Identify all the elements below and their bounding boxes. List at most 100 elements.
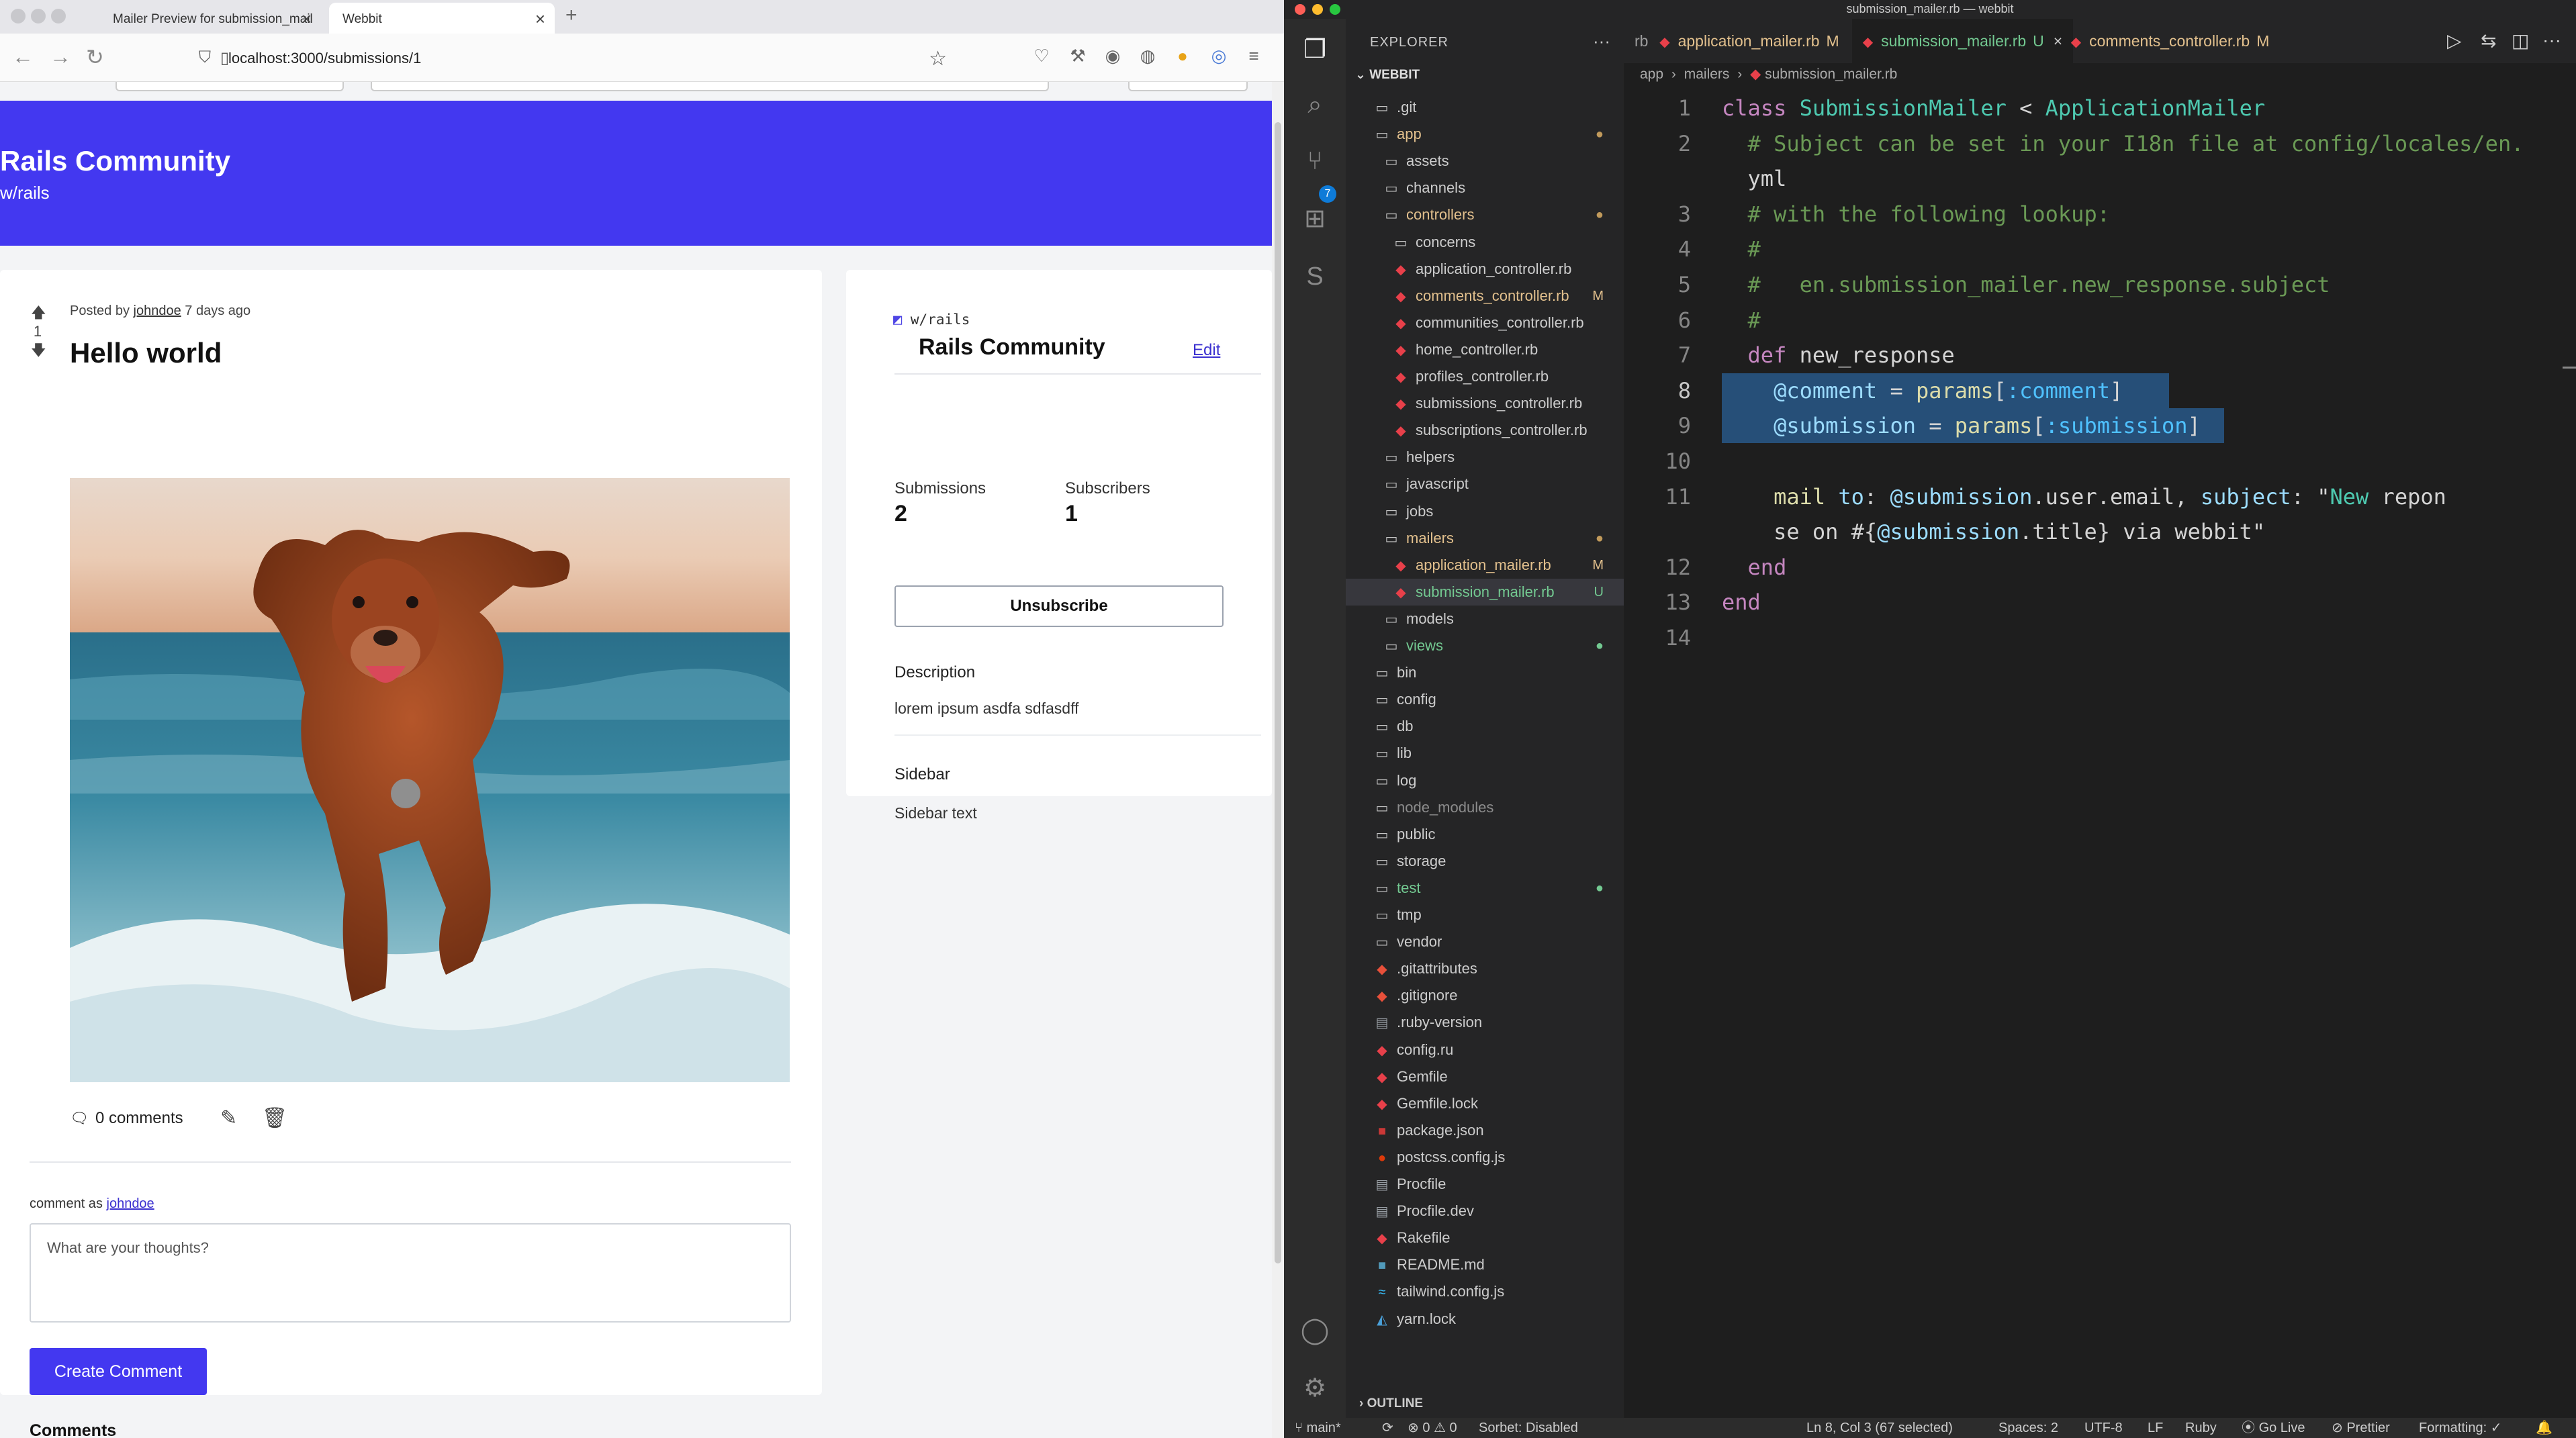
tree-file[interactable]: ● postcss.config.js: [1346, 1144, 1624, 1171]
pocket-icon[interactable]: ♡: [1031, 46, 1052, 66]
eol-status[interactable]: LF: [2148, 1418, 2163, 1438]
tree-file[interactable]: ◆ Gemfile.lock: [1346, 1090, 1624, 1117]
scrollbar-thumb[interactable]: [1275, 122, 1281, 1263]
tree-folder[interactable]: ▭ mailers ●: [1346, 525, 1624, 552]
code-line[interactable]: # with the following lookup:: [1722, 201, 2110, 227]
tree-folder[interactable]: ▭ views ●: [1346, 632, 1624, 659]
formatting-status[interactable]: Formatting: ✓: [2419, 1418, 2501, 1438]
tree-file[interactable]: ▤ Procfile.dev: [1346, 1198, 1624, 1225]
upvote-arrow-icon[interactable]: 🡅: [31, 303, 46, 322]
code-line[interactable]: mail to: @submission.user.email, subject…: [1722, 484, 2446, 510]
tree-folder[interactable]: ▭ javascript: [1346, 471, 1624, 497]
go-live-status[interactable]: ⦿ Go Live: [2242, 1418, 2305, 1438]
tree-file[interactable]: ◆ config.ru: [1346, 1037, 1624, 1063]
comment-input[interactable]: [30, 1223, 791, 1323]
tree-folder[interactable]: ▭ .git: [1346, 94, 1624, 121]
source-control-icon[interactable]: ⑂: [1299, 145, 1331, 177]
pencil-icon[interactable]: ✎: [220, 1106, 237, 1130]
tree-file[interactable]: ▤ Procfile: [1346, 1171, 1624, 1198]
code-line[interactable]: end: [1722, 589, 1761, 615]
extension-icon[interactable]: ●: [1172, 46, 1193, 66]
create-comment-button[interactable]: Create Comment: [30, 1348, 207, 1395]
notifications-bell-icon[interactable]: 🔔: [2536, 1418, 2552, 1438]
tree-file[interactable]: ◆ profiles_controller.rb: [1346, 363, 1624, 390]
indent-status[interactable]: Spaces: 2: [1998, 1418, 2058, 1438]
extension-icon[interactable]: ◍: [1138, 46, 1158, 66]
code-line[interactable]: yml: [1722, 166, 1787, 191]
new-tab-icon[interactable]: +: [565, 4, 578, 27]
tree-folder[interactable]: ▭ db: [1346, 713, 1624, 740]
tree-file[interactable]: ◆ application_mailer.rb M: [1346, 552, 1624, 579]
code-line[interactable]: # en.submission_mailer.new_response.subj…: [1722, 272, 2330, 297]
browser-tab-mailer-preview[interactable]: Mailer Preview for submission_mail ×: [99, 3, 321, 34]
tree-file[interactable]: ◆ submissions_controller.rb: [1346, 390, 1624, 417]
bookmark-star-icon[interactable]: ☆: [929, 47, 947, 70]
tree-file[interactable]: ◆ home_controller.rb: [1346, 336, 1624, 363]
tree-file[interactable]: ◆ .gitignore: [1346, 982, 1624, 1009]
tree-folder[interactable]: ▭ models: [1346, 606, 1624, 632]
search-icon[interactable]: ⌕: [1299, 89, 1331, 121]
code-line[interactable]: @submission = params[:submission]: [1722, 413, 2201, 438]
unsubscribe-button[interactable]: Unsubscribe: [894, 585, 1224, 627]
comment-author-link[interactable]: johndoe: [107, 1196, 154, 1211]
code-line[interactable]: class SubmissionMailer < ApplicationMail…: [1722, 95, 2265, 121]
workspace-root[interactable]: ⌄ WEBBIT: [1355, 67, 1420, 83]
window-close-dot[interactable]: [11, 9, 26, 23]
tree-folder[interactable]: ▭ concerns: [1346, 229, 1624, 256]
problems-status[interactable]: ⊗ 0 ⚠ 0: [1408, 1418, 1457, 1438]
tree-folder[interactable]: ▭ channels: [1346, 175, 1624, 201]
encoding-status[interactable]: UTF-8: [2084, 1418, 2123, 1438]
menu-icon[interactable]: ≡: [1244, 46, 1264, 66]
tree-folder[interactable]: ▭ public: [1346, 821, 1624, 848]
tree-file[interactable]: ▤ .ruby-version: [1346, 1009, 1624, 1036]
tab-close-icon[interactable]: ×: [302, 9, 312, 30]
tree-folder[interactable]: ▭ log: [1346, 767, 1624, 794]
browser-tab-webbit[interactable]: Webbit ×: [329, 3, 555, 34]
split-editor-icon[interactable]: ◫: [2512, 30, 2529, 52]
more-actions-icon[interactable]: ···: [2542, 30, 2561, 51]
tree-folder[interactable]: ▭ controllers ●: [1346, 201, 1624, 228]
breadcrumb-item[interactable]: app: [1640, 66, 1663, 82]
page-info-icon[interactable]: ▯: [220, 48, 229, 68]
window-minimize-dot[interactable]: [1312, 4, 1323, 15]
code-line[interactable]: # Subject can be set in your I18n file a…: [1722, 131, 2524, 156]
tree-file[interactable]: ◆ application_controller.rb: [1346, 256, 1624, 283]
breadcrumb-item[interactable]: mailers: [1684, 66, 1730, 82]
more-actions-icon[interactable]: ···: [1593, 31, 1610, 52]
code-line[interactable]: def new_response: [1722, 342, 1955, 368]
code-line[interactable]: #: [1722, 307, 1761, 333]
reload-icon[interactable]: ↻: [86, 44, 104, 70]
sorbet-status[interactable]: Sorbet: Disabled: [1479, 1418, 1578, 1438]
author-link[interactable]: johndoe: [134, 303, 181, 318]
back-arrow-icon[interactable]: ←: [12, 44, 34, 69]
sync-icon[interactable]: ⟳: [1382, 1418, 1393, 1438]
tree-folder[interactable]: ▭ app ●: [1346, 121, 1624, 148]
code-line[interactable]: end: [1722, 555, 1787, 580]
window-minimize-dot[interactable]: [31, 9, 46, 23]
tree-folder[interactable]: ▭ vendor: [1346, 928, 1624, 955]
sorbet-icon[interactable]: S: [1299, 260, 1331, 293]
tree-folder[interactable]: ▭ tmp: [1346, 902, 1624, 928]
comments-count[interactable]: 🗨 0 comments: [70, 1109, 183, 1128]
trash-icon[interactable]: 🗑: [262, 1106, 287, 1130]
extensions-icon[interactable]: ⊞: [1299, 203, 1331, 235]
tree-folder[interactable]: ▭ node_modules: [1346, 794, 1624, 821]
edit-community-link[interactable]: Edit: [1193, 341, 1220, 360]
code-line[interactable]: se on #{@submission.title} via webbit": [1722, 519, 2265, 544]
url-text[interactable]: localhost:3000/submissions/1: [228, 50, 421, 66]
shield-icon[interactable]: ⛉: [199, 48, 211, 67]
forward-arrow-icon[interactable]: →: [50, 44, 71, 69]
gear-icon[interactable]: ⚙: [1299, 1372, 1331, 1404]
tree-file[interactable]: ■ package.json: [1346, 1117, 1624, 1144]
tab-close-icon[interactable]: ×: [535, 9, 545, 30]
run-icon[interactable]: ▷: [2447, 30, 2462, 52]
tree-folder[interactable]: ▭ test ●: [1346, 875, 1624, 902]
explorer-files-icon[interactable]: ❐: [1299, 34, 1331, 66]
page-scrollbar[interactable]: [1272, 82, 1284, 1438]
downvote-arrow-icon[interactable]: 🡇: [31, 341, 46, 360]
tree-file[interactable]: ◆ Gemfile: [1346, 1063, 1624, 1090]
window-zoom-dot[interactable]: [51, 9, 66, 23]
tree-folder[interactable]: ▭ bin: [1346, 659, 1624, 686]
window-zoom-dot[interactable]: [1330, 4, 1340, 15]
tree-file[interactable]: ◆ subscriptions_controller.rb: [1346, 417, 1624, 444]
